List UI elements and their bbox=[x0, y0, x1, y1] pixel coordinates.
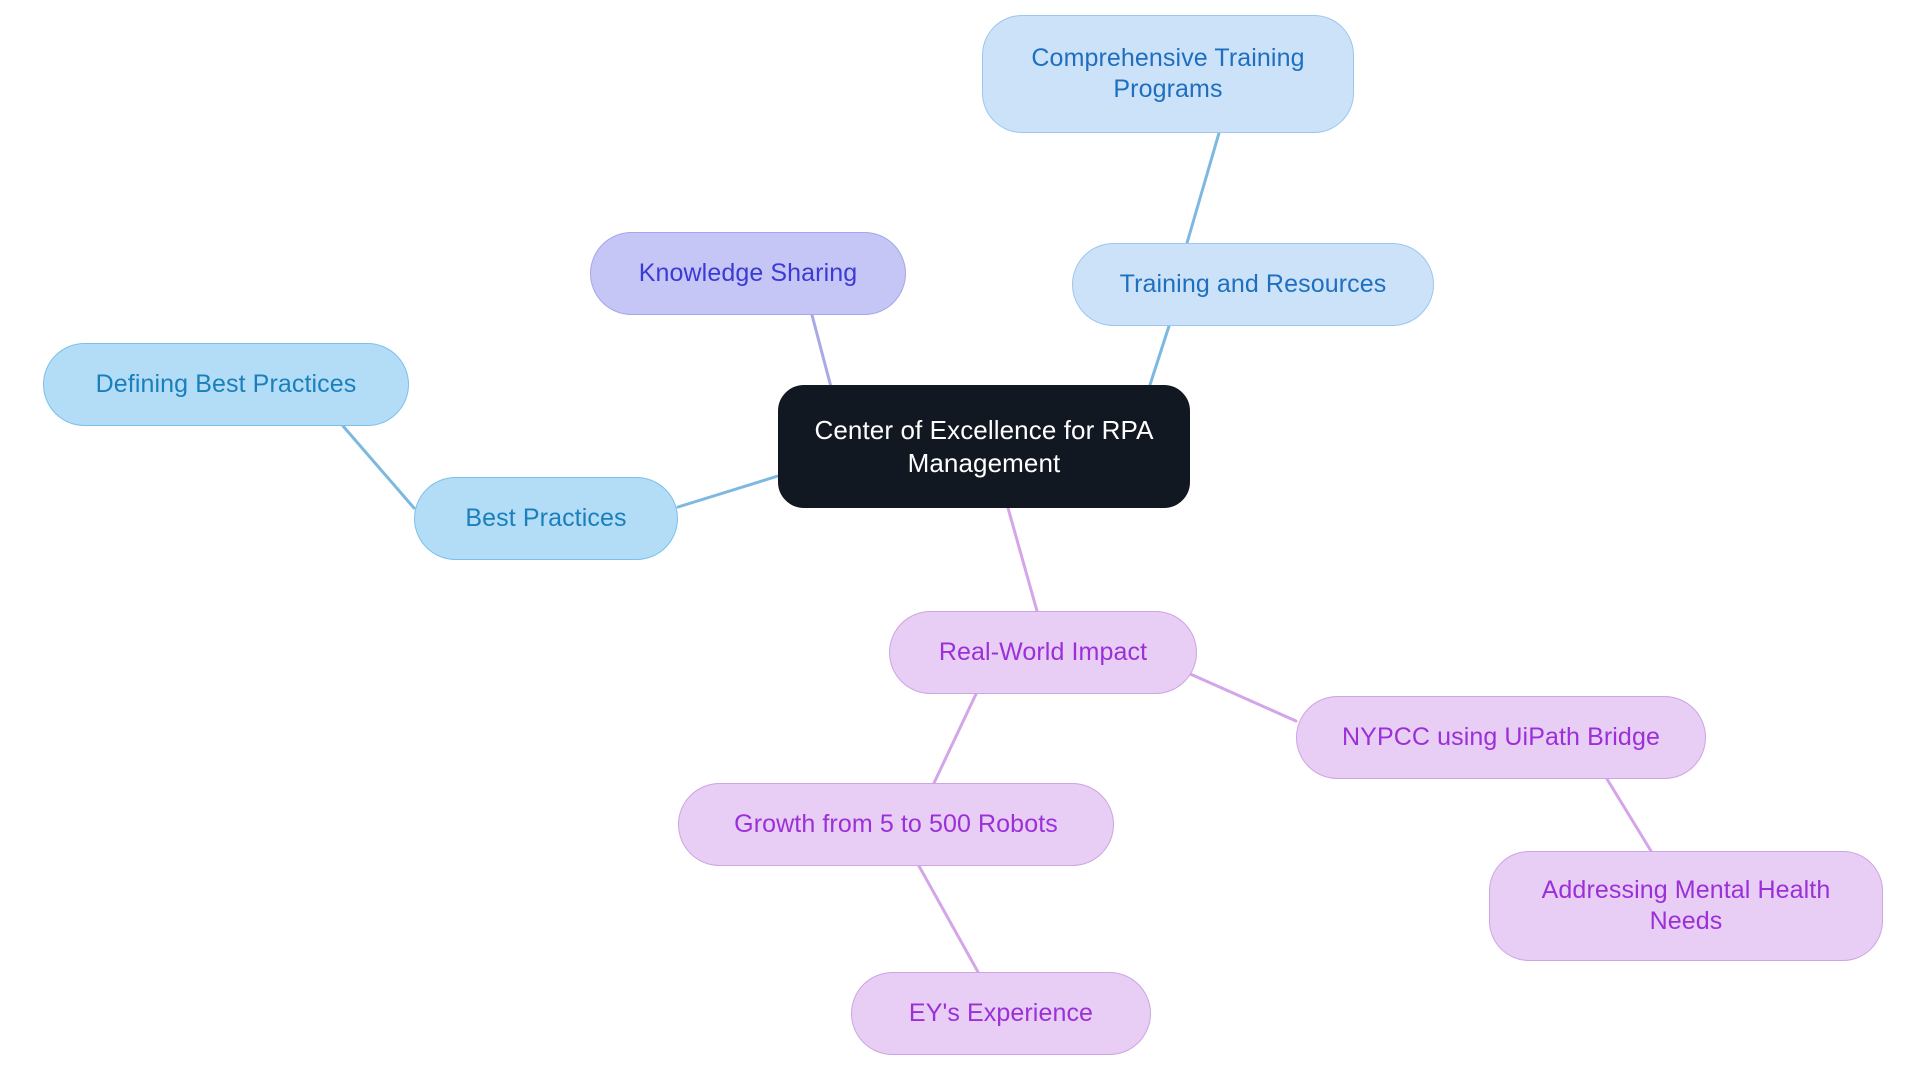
mindmap-node-growth-from-5-to-500-robots[interactable]: Growth from 5 to 500 Robots bbox=[678, 783, 1114, 866]
edge-nypcc-using-uipath-bridge-to-addressing-mental-health-needs bbox=[1605, 777, 1653, 853]
mindmap-node-addressing-mental-health-needs[interactable]: Addressing Mental Health Needs bbox=[1489, 851, 1883, 961]
edge-growth-from-5-to-500-robots-to-eys-experience bbox=[917, 864, 980, 974]
edge-real-world-impact-to-growth-from-5-to-500-robots bbox=[932, 692, 978, 785]
mindmap-node-eys-experience[interactable]: EY's Experience bbox=[851, 972, 1151, 1055]
mindmap-node-real-world-impact[interactable]: Real-World Impact bbox=[889, 611, 1197, 694]
edge-root-to-training-and-resources bbox=[1146, 324, 1171, 393]
mindmap-node-best-practices[interactable]: Best Practices bbox=[414, 477, 678, 560]
mindmap-canvas: Center of Excellence for RPA Management C… bbox=[0, 0, 1920, 1083]
edge-root-to-knowledge-sharing bbox=[810, 313, 833, 389]
edge-training-and-resources-to-comprehensive-training-programs bbox=[1185, 131, 1221, 245]
edge-root-to-real-world-impact bbox=[1006, 506, 1039, 613]
mindmap-node-root[interactable]: Center of Excellence for RPA Management bbox=[778, 385, 1190, 508]
mindmap-node-defining-best-practices[interactable]: Defining Best Practices bbox=[43, 343, 409, 426]
mindmap-node-training-and-resources[interactable]: Training and Resources bbox=[1072, 243, 1434, 326]
edge-best-practices-to-defining-best-practices bbox=[341, 424, 416, 510]
mindmap-node-nypcc-using-uipath-bridge[interactable]: NYPCC using UiPath Bridge bbox=[1296, 696, 1706, 779]
mindmap-node-knowledge-sharing[interactable]: Knowledge Sharing bbox=[590, 232, 906, 315]
edge-real-world-impact-to-nypcc-using-uipath-bridge bbox=[1186, 671, 1298, 723]
mindmap-node-comprehensive-training-programs[interactable]: Comprehensive Training Programs bbox=[982, 15, 1354, 133]
edge-root-to-best-practices bbox=[676, 474, 780, 509]
